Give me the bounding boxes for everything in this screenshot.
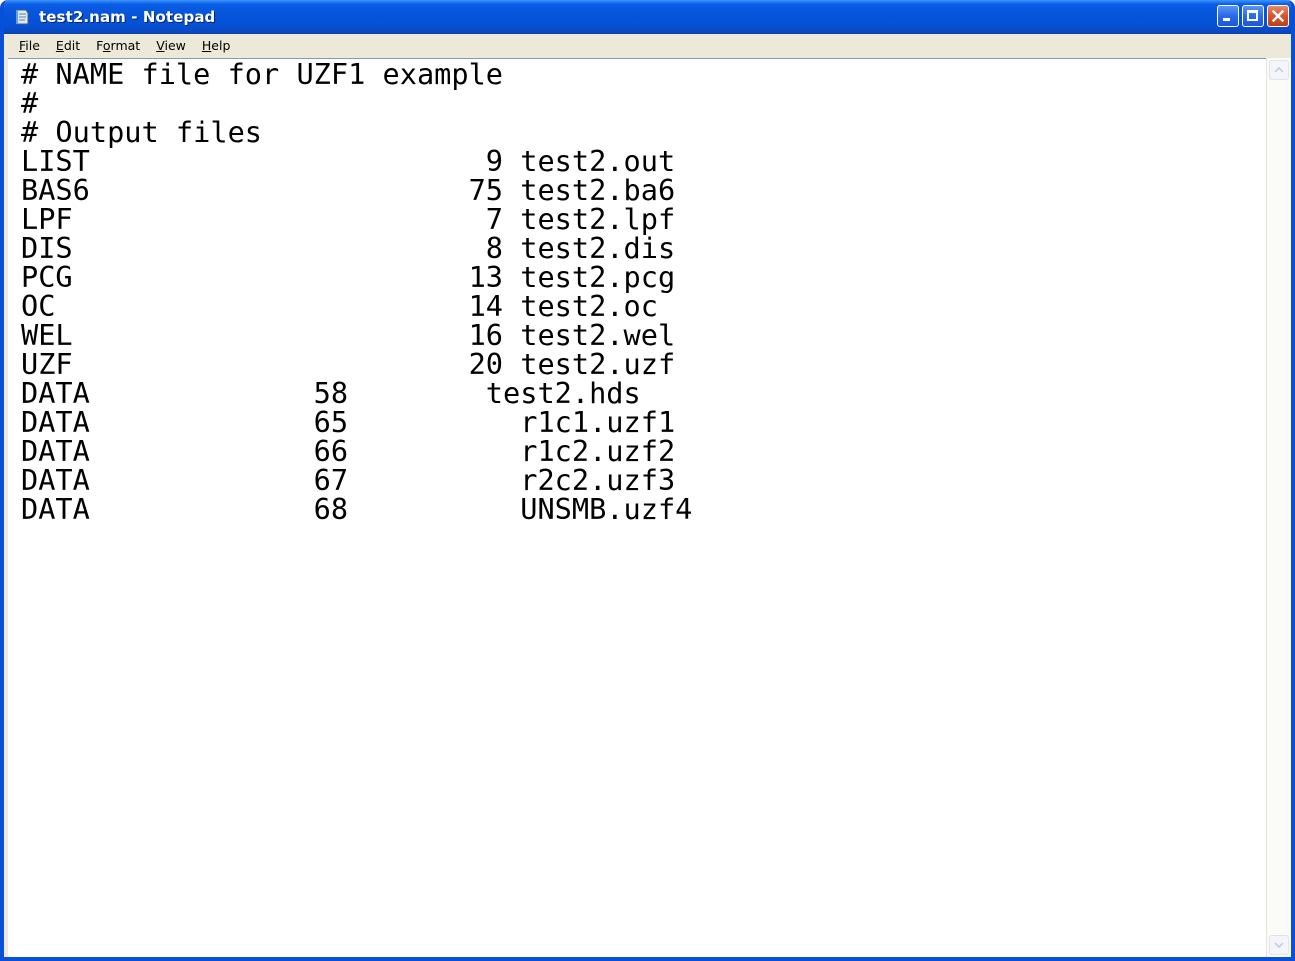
notepad-window: test2.nam - Notepad File Edit Format Vie… <box>0 0 1295 961</box>
scroll-up-arrow-icon <box>1274 67 1284 73</box>
title-bar[interactable]: test2.nam - Notepad <box>4 0 1291 34</box>
scroll-down-button[interactable] <box>1269 935 1289 955</box>
menu-bar: File Edit Format View Help <box>4 34 1291 58</box>
minimize-icon <box>1223 18 1230 21</box>
minimize-button[interactable] <box>1217 5 1239 27</box>
text-line: UZF 20 test2.uzf <box>21 347 676 381</box>
text-line: BAS6 75 test2.ba6 <box>21 173 676 207</box>
maximize-icon <box>1247 10 1258 21</box>
menu-file[interactable]: File <box>4 34 48 58</box>
scroll-up-button[interactable] <box>1269 60 1289 80</box>
document-text: # NAME file for UZF1 example # # Output fi… <box>21 60 692 524</box>
text-line: DATA 66 r1c2.uzf2 <box>21 434 676 468</box>
menu-format[interactable]: Format <box>88 34 148 58</box>
menu-edit[interactable]: Edit <box>48 34 88 58</box>
notepad-icon[interactable] <box>14 9 30 25</box>
window-controls <box>1217 5 1289 27</box>
text-line: # <box>21 86 39 120</box>
scroll-down-arrow-icon <box>1274 942 1284 948</box>
text-line: DATA 67 r2c2.uzf3 <box>21 463 676 497</box>
close-icon <box>1271 9 1285 23</box>
text-line: DIS 8 test2.dis <box>21 231 676 265</box>
text-line: DATA 58 test2.hds <box>21 376 641 410</box>
text-line: LIST 9 test2.out <box>21 144 676 178</box>
menu-help[interactable]: Help <box>194 34 239 58</box>
menu-view[interactable]: View <box>148 34 194 58</box>
text-line: WEL 16 test2.wel <box>21 318 676 352</box>
vertical-scrollbar[interactable] <box>1266 58 1291 957</box>
text-line: # NAME file for UZF1 example <box>21 58 504 91</box>
text-line: LPF 7 test2.lpf <box>21 202 676 236</box>
text-editor-area[interactable]: # NAME file for UZF1 example # # Output fi… <box>8 58 1267 957</box>
close-button[interactable] <box>1267 5 1289 27</box>
maximize-button[interactable] <box>1242 5 1264 27</box>
text-line: DATA 65 r1c1.uzf1 <box>21 405 676 439</box>
text-line: OC 14 test2.oc <box>21 289 658 323</box>
text-line: # Output files <box>21 115 263 149</box>
text-line: DATA 68 UNSMB.uzf4 <box>21 492 693 526</box>
text-line: PCG 13 test2.pcg <box>21 260 676 294</box>
window-title: test2.nam - Notepad <box>39 8 216 26</box>
